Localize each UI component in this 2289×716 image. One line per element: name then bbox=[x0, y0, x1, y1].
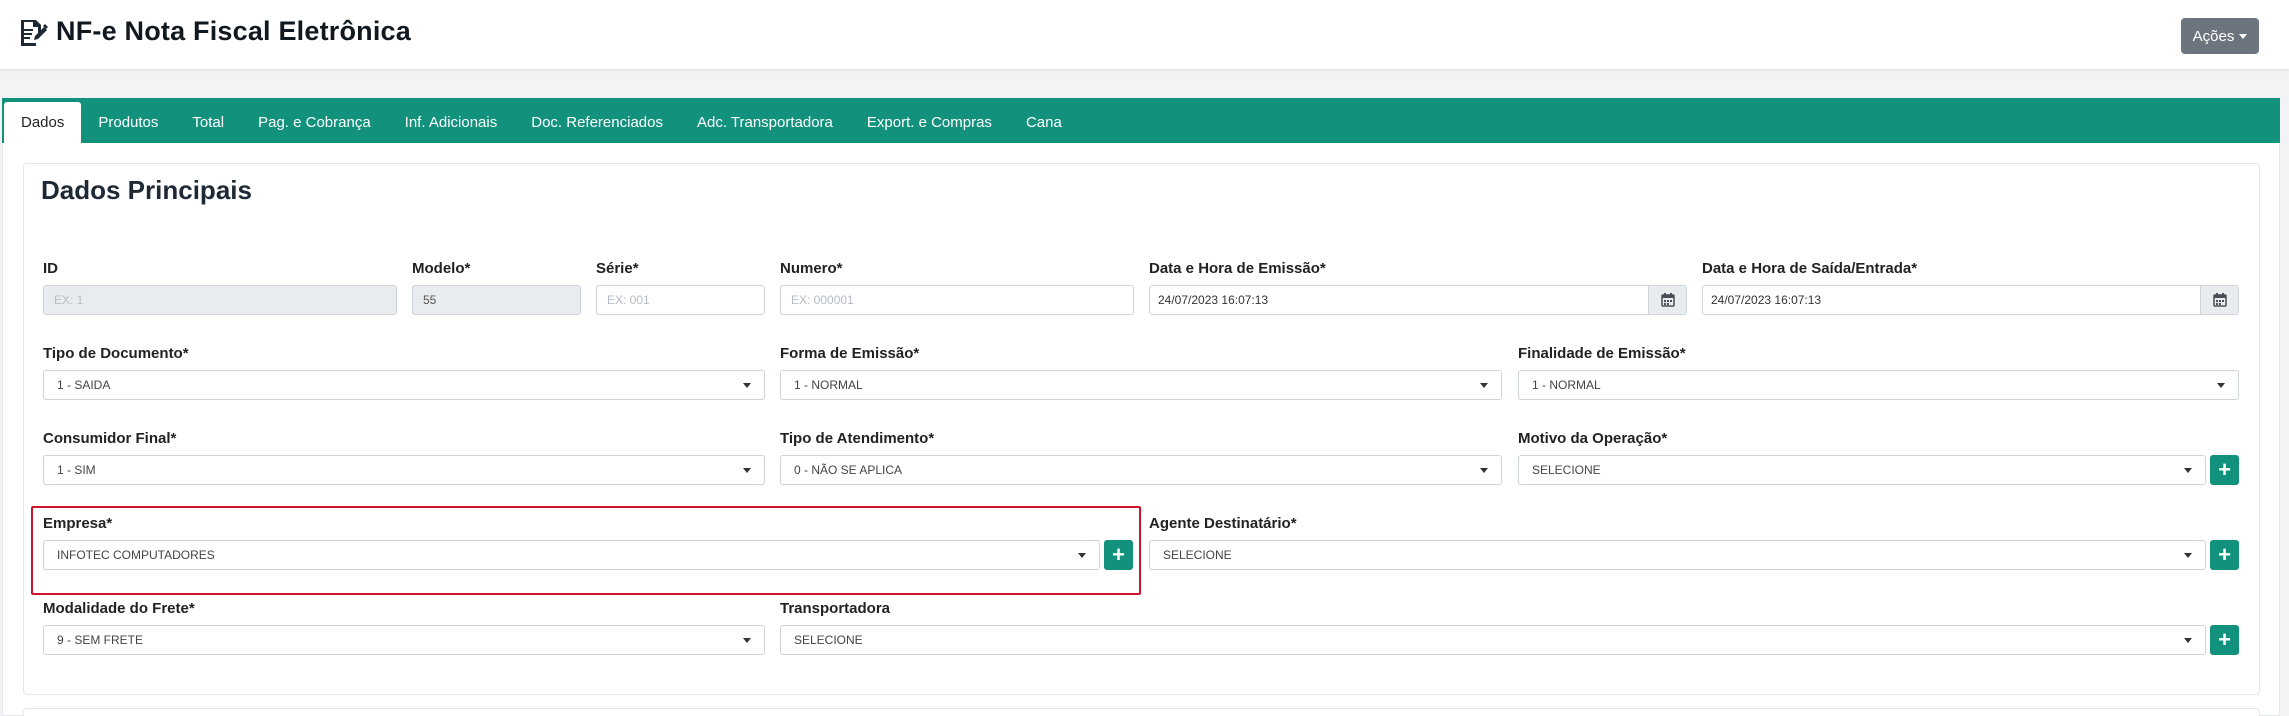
agente-destinatario-label: Agente Destinatário* bbox=[1149, 515, 1297, 532]
data-saida-calendar-button[interactable] bbox=[2201, 285, 2239, 315]
empresa-select[interactable]: INFOTEC COMPUTADORES bbox=[43, 540, 1100, 570]
actions-dropdown-button[interactable]: Ações bbox=[2181, 18, 2259, 54]
modelo-input bbox=[412, 285, 581, 315]
caret-down-icon bbox=[2239, 33, 2248, 39]
tipo-documento-select[interactable]: 1 - SAIDA bbox=[43, 370, 765, 400]
plus-icon: + bbox=[2218, 457, 2231, 482]
tipo-documento-field-group: Tipo de Documento* 1 - SAIDA bbox=[43, 344, 765, 404]
tab-total[interactable]: Total bbox=[175, 102, 241, 143]
finalidade-emissao-select[interactable]: 1 - NORMAL bbox=[1518, 370, 2239, 400]
tab-bar: Dados Produtos Total Pag. e Cobrança Inf… bbox=[2, 98, 2280, 143]
modalidade-frete-label: Modalidade do Frete* bbox=[43, 600, 195, 617]
consumidor-final-value: 1 - SIM bbox=[57, 463, 96, 477]
data-emissao-calendar-button[interactable] bbox=[1649, 285, 1687, 315]
modelo-label: Modelo* bbox=[412, 260, 471, 277]
chevron-down-icon bbox=[2184, 637, 2192, 643]
modalidade-frete-select[interactable]: 9 - SEM FRETE bbox=[43, 625, 765, 655]
modalidade-frete-field-group: Modalidade do Frete* 9 - SEM FRETE bbox=[43, 599, 765, 659]
tipo-documento-label: Tipo de Documento* bbox=[43, 345, 189, 362]
motivo-operacao-value: SELECIONE bbox=[1532, 463, 1601, 477]
modelo-field-group: Modelo* bbox=[412, 259, 581, 319]
forma-emissao-field-group: Forma de Emissão* 1 - NORMAL bbox=[780, 344, 1502, 404]
transportadora-field-group: Transportadora SELECIONE + bbox=[780, 599, 2239, 659]
add-motivo-operacao-button[interactable]: + bbox=[2210, 455, 2239, 485]
transportadora-value: SELECIONE bbox=[794, 633, 863, 647]
chevron-down-icon bbox=[743, 637, 751, 643]
empresa-label: Empresa* bbox=[43, 515, 113, 532]
page-title: NF-e Nota Fiscal Eletrônica bbox=[18, 16, 411, 47]
id-input bbox=[43, 285, 397, 315]
section-title: Dados Principais bbox=[41, 175, 252, 205]
chevron-down-icon bbox=[1078, 552, 1086, 558]
forma-emissao-value: 1 - NORMAL bbox=[794, 378, 863, 392]
agente-destinatario-select[interactable]: SELECIONE bbox=[1149, 540, 2206, 570]
serie-field-group: Série* bbox=[596, 259, 765, 319]
numero-field-group: Numero* bbox=[780, 259, 1134, 319]
data-emissao-input[interactable] bbox=[1149, 285, 1649, 315]
calendar-icon bbox=[2212, 293, 2227, 307]
transportadora-label: Transportadora bbox=[780, 600, 891, 617]
finalidade-emissao-field-group: Finalidade de Emissão* 1 - NORMAL bbox=[1518, 344, 2239, 404]
consumidor-final-select[interactable]: 1 - SIM bbox=[43, 455, 765, 485]
id-field-group: ID bbox=[43, 259, 397, 319]
tab-adc-transportadora[interactable]: Adc. Transportadora bbox=[680, 102, 850, 143]
plus-icon: + bbox=[2218, 627, 2231, 652]
forma-emissao-label: Forma de Emissão* bbox=[780, 345, 920, 362]
consumidor-final-field-group: Consumidor Final* 1 - SIM bbox=[43, 429, 765, 489]
numero-label: Numero* bbox=[780, 260, 843, 277]
chevron-down-icon bbox=[1480, 467, 1488, 473]
tipo-atendimento-select[interactable]: 0 - NÃO SE APLICA bbox=[780, 455, 1502, 485]
id-label: ID bbox=[43, 260, 58, 277]
tab-cana[interactable]: Cana bbox=[1009, 102, 1079, 143]
tab-inf-adicionais[interactable]: Inf. Adicionais bbox=[388, 102, 515, 143]
tipo-atendimento-value: 0 - NÃO SE APLICA bbox=[794, 463, 903, 477]
empresa-field-group: Empresa* INFOTEC COMPUTADORES + bbox=[43, 514, 1133, 574]
finalidade-emissao-label: Finalidade de Emissão* bbox=[1518, 345, 1686, 362]
tab-pag-cobranca[interactable]: Pag. e Cobrança bbox=[241, 102, 388, 143]
chevron-down-icon bbox=[2184, 467, 2192, 473]
page-title-text: NF-e Nota Fiscal Eletrônica bbox=[56, 16, 411, 46]
add-agente-destinatario-button[interactable]: + bbox=[2210, 540, 2239, 570]
tab-produtos[interactable]: Produtos bbox=[81, 102, 175, 143]
serie-label: Série* bbox=[596, 260, 639, 277]
chevron-down-icon bbox=[1480, 382, 1488, 388]
serie-input[interactable] bbox=[596, 285, 765, 315]
modalidade-frete-value: 9 - SEM FRETE bbox=[57, 633, 144, 647]
tipo-atendimento-field-group: Tipo de Atendimento* 0 - NÃO SE APLICA bbox=[780, 429, 1502, 489]
consumidor-final-label: Consumidor Final* bbox=[43, 430, 177, 447]
motivo-operacao-select[interactable]: SELECIONE bbox=[1518, 455, 2206, 485]
tipo-documento-value: 1 - SAIDA bbox=[57, 378, 111, 392]
tab-dados[interactable]: Dados bbox=[4, 102, 82, 143]
chevron-down-icon bbox=[2217, 382, 2225, 388]
add-empresa-button[interactable]: + bbox=[1104, 540, 1133, 570]
calendar-icon bbox=[1660, 293, 1675, 307]
transportadora-select[interactable]: SELECIONE bbox=[780, 625, 2206, 655]
data-emissao-label: Data e Hora de Emissão* bbox=[1149, 260, 1326, 277]
numero-input[interactable] bbox=[780, 285, 1134, 315]
tab-doc-referenciados[interactable]: Doc. Referenciados bbox=[514, 102, 680, 143]
top-bar: NF-e Nota Fiscal Eletrônica Ações bbox=[0, 0, 2289, 70]
document-edit-icon bbox=[21, 19, 48, 46]
chevron-down-icon bbox=[743, 382, 751, 388]
motivo-operacao-label: Motivo da Operação* bbox=[1518, 430, 1668, 447]
add-transportadora-button[interactable]: + bbox=[2210, 625, 2239, 655]
plus-icon: + bbox=[2218, 542, 2231, 567]
data-emissao-field-group: Data e Hora de Emissão* bbox=[1149, 259, 1687, 319]
data-saida-field-group: Data e Hora de Saída/Entrada* bbox=[1702, 259, 2239, 319]
data-saida-input[interactable] bbox=[1702, 285, 2201, 315]
agente-destinatario-value: SELECIONE bbox=[1163, 548, 1232, 562]
tab-export-compras[interactable]: Export. e Compras bbox=[850, 102, 1009, 143]
data-saida-label: Data e Hora de Saída/Entrada* bbox=[1702, 260, 1918, 277]
finalidade-emissao-value: 1 - NORMAL bbox=[1532, 378, 1601, 392]
motivo-operacao-field-group: Motivo da Operação* SELECIONE + bbox=[1518, 429, 2239, 489]
actions-label: Ações bbox=[2192, 27, 2235, 45]
forma-emissao-select[interactable]: 1 - NORMAL bbox=[780, 370, 1502, 400]
agente-destinatario-field-group: Agente Destinatário* SELECIONE + bbox=[1149, 514, 2239, 574]
empresa-value: INFOTEC COMPUTADORES bbox=[57, 548, 215, 562]
plus-icon: + bbox=[1112, 542, 1125, 567]
tipo-atendimento-label: Tipo de Atendimento* bbox=[780, 430, 935, 447]
next-card bbox=[23, 708, 2260, 716]
chevron-down-icon bbox=[743, 467, 751, 473]
chevron-down-icon bbox=[2184, 552, 2192, 558]
